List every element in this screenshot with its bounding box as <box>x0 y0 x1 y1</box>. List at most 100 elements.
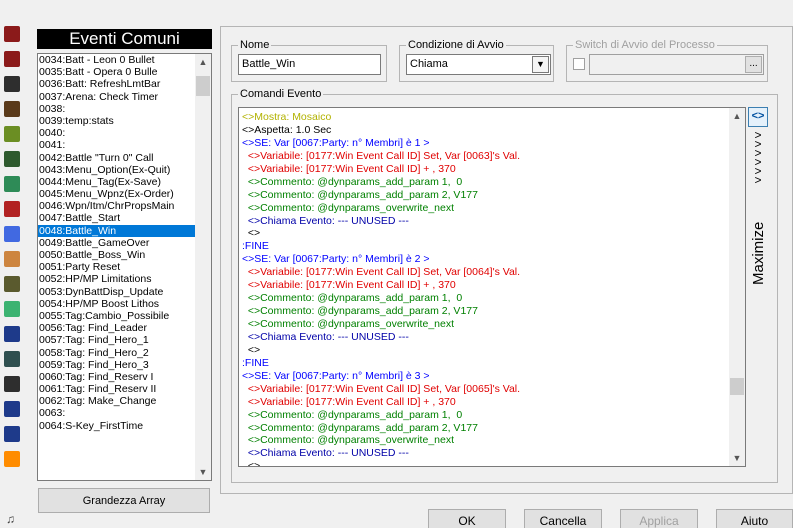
chevron-down-icon[interactable]: ▼ <box>532 56 549 73</box>
list-item[interactable]: 0044:Menu_Tag(Ex-Save) <box>38 176 196 188</box>
cancel-button[interactable]: Cancella <box>524 509 602 528</box>
command-line[interactable]: <> <box>242 227 520 240</box>
list-item[interactable]: 0034:Batt - Leon 0 Bullet <box>38 54 196 66</box>
help-button[interactable]: Aiuto <box>716 509 793 528</box>
command-line[interactable]: <>Variabile: [0177:Win Event Call ID] + … <box>242 279 520 292</box>
monster-tool-icon[interactable] <box>2 149 22 169</box>
tileset-tool-icon[interactable] <box>2 299 22 319</box>
list-item[interactable]: 0049:Battle_GameOver <box>38 237 196 249</box>
list-item[interactable]: 0042:Battle "Turn 0" Call <box>38 152 196 164</box>
list-item[interactable]: 0057:Tag: Find_Hero_1 <box>38 334 196 346</box>
scroll-up-arrow-icon[interactable]: ▲ <box>195 54 211 70</box>
command-line[interactable]: <>Commento: @dynparams_add_param 2, V177 <box>242 305 520 318</box>
list-item[interactable]: 0040: <box>38 127 196 139</box>
ok-button[interactable]: OK <box>428 509 506 528</box>
list-item[interactable]: 0039:temp:stats <box>38 115 196 127</box>
list-item[interactable]: 0046:Wpn/Itm/ChrPropsMain <box>38 200 196 212</box>
command-line[interactable]: :FINE <box>242 357 520 370</box>
name-field[interactable]: Battle_Win <box>238 54 381 75</box>
event-commands-list[interactable]: <>Mostra: Mosaico <>Aspetta: 1.0 Sec <>SE:… <box>238 107 746 467</box>
character-tool-icon[interactable] <box>2 124 22 144</box>
commands-scrollbar[interactable]: ▲ ▼ <box>729 108 745 466</box>
command-line[interactable]: <>Chiama Evento: --- UNUSED --- <box>242 215 520 228</box>
command-line[interactable]: <>Variabile: [0177:Win Event Call ID] + … <box>242 396 520 409</box>
maximize-strip[interactable]: <> > > > > > > Maximize <box>748 107 771 307</box>
command-line[interactable]: <>Variabile: [0177:Win Event Call ID] + … <box>242 163 520 176</box>
command-line[interactable]: <>Commento: @dynparams_add_param 2, V177 <box>242 189 520 202</box>
list-item[interactable]: 0036:Batt: RefreshLmtBar <box>38 78 196 90</box>
battle-tool-icon[interactable] <box>2 224 22 244</box>
scroll-down-arrow-icon[interactable]: ▼ <box>729 450 745 466</box>
list-item[interactable]: 0061:Tag: Find_Reserv II <box>38 383 196 395</box>
number-1-icon[interactable] <box>2 399 22 419</box>
cube-tool-icon[interactable] <box>2 449 22 469</box>
number-2-icon[interactable] <box>2 424 22 444</box>
list-item[interactable]: 0064:S-Key_FirstTime <box>38 420 196 432</box>
list-item[interactable]: 0043:Menu_Option(Ex-Quit) <box>38 164 196 176</box>
list-item[interactable]: 0062:Tag: Make_Change <box>38 395 196 407</box>
common-events-list[interactable]: 0034:Batt - Leon 0 Bullet 0035:Batt - Ope… <box>37 53 212 481</box>
list-item[interactable]: 0063: <box>38 407 196 419</box>
list-item[interactable]: 0041: <box>38 139 196 151</box>
command-line[interactable]: <>SE: Var [0067:Party: n° Membri] è 3 > <box>242 370 520 383</box>
test-play-tool-icon[interactable] <box>2 374 22 394</box>
command-line[interactable]: <> <box>242 344 520 357</box>
event-tool-icon[interactable] <box>2 49 22 69</box>
command-line[interactable]: :FINE <box>242 240 520 253</box>
command-line[interactable]: <>Variabile: [0177:Win Event Call ID] Se… <box>242 150 520 163</box>
scroll-thumb[interactable] <box>730 378 744 395</box>
command-line[interactable]: <>Variabile: [0177:Win Event Call ID] Se… <box>242 383 520 396</box>
list-item[interactable]: 0058:Tag: Find_Hero_2 <box>38 347 196 359</box>
items-tool-icon[interactable] <box>2 199 22 219</box>
list-item[interactable]: 0052:HP/MP Limitations <box>38 273 196 285</box>
list-item[interactable]: 0035:Batt - Opera 0 Bulle <box>38 66 196 78</box>
condition-select[interactable]: Chiama ▼ <box>406 54 551 75</box>
command-line[interactable]: <>Aspetta: 1.0 Sec <box>242 124 520 137</box>
command-line[interactable]: <>Chiama Evento: --- UNUSED --- <box>242 447 520 460</box>
array-size-button[interactable]: Grandezza Array <box>38 488 210 513</box>
command-line[interactable]: <>Commento: @dynparams_add_param 2, V177 <box>242 422 520 435</box>
apply-button[interactable]: Applica <box>620 509 698 528</box>
hero-tool-icon[interactable] <box>2 274 22 294</box>
switch-browse-button[interactable]: ... <box>745 56 762 73</box>
list-item[interactable]: 0037:Arena: Check Timer <box>38 91 196 103</box>
switch-checkbox[interactable] <box>573 58 585 70</box>
skills-tool-icon[interactable] <box>2 174 22 194</box>
scroll-up-arrow-icon[interactable]: ▲ <box>729 108 745 124</box>
command-line[interactable]: <> <box>242 460 520 466</box>
list-item[interactable]: 0055:Tag:Cambio_Possibile <box>38 310 196 322</box>
scroll-thumb[interactable] <box>196 76 210 96</box>
terrain-tool-icon[interactable] <box>2 249 22 269</box>
map-tool-icon[interactable] <box>2 24 22 44</box>
list-item[interactable]: 0060:Tag: Find_Reserv I <box>38 371 196 383</box>
list-item[interactable]: 0054:HP/MP Boost Lithos <box>38 298 196 310</box>
list-item[interactable]: 0038: <box>38 103 196 115</box>
list-item[interactable]: 0059:Tag: Find_Hero_3 <box>38 359 196 371</box>
command-line[interactable]: <>Commento: @dynparams_add_param 1, 0 <box>242 409 520 422</box>
command-line[interactable]: <>Commento: @dynparams_overwrite_next <box>242 202 520 215</box>
command-line[interactable]: <>Commento: @dynparams_add_param 1, 0 <box>242 176 520 189</box>
list-item[interactable]: 0045:Menu_Wpnz(Ex-Order) <box>38 188 196 200</box>
list-scrollbar[interactable]: ▲ ▼ <box>195 54 211 480</box>
command-line[interactable]: <>SE: Var [0067:Party: n° Membri] è 2 > <box>242 253 520 266</box>
scroll-down-arrow-icon[interactable]: ▼ <box>195 464 211 480</box>
command-line[interactable]: <>Variabile: [0177:Win Event Call ID] Se… <box>242 266 520 279</box>
command-line[interactable]: <>Mostra: Mosaico <box>242 111 520 124</box>
system-tool-icon[interactable] <box>2 324 22 344</box>
list-item[interactable]: 0047:Battle_Start <box>38 212 196 224</box>
command-line[interactable]: <>Commento: @dynparams_overwrite_next <box>242 434 520 447</box>
command-line[interactable]: <>Chiama Evento: --- UNUSED --- <box>242 331 520 344</box>
list-item[interactable]: 0050:Battle_Boss_Win <box>38 249 196 261</box>
command-line[interactable]: <>Commento: @dynparams_overwrite_next <box>242 318 520 331</box>
maximize-button[interactable]: <> <box>748 107 768 127</box>
pencil-tool-icon[interactable] <box>2 99 22 119</box>
list-item[interactable]: 0048:Battle_Win <box>38 224 196 237</box>
list-item[interactable]: 0053:DynBattDisp_Update <box>38 286 196 298</box>
edit-tool-icon[interactable] <box>2 74 22 94</box>
switch-field[interactable]: ... <box>589 54 764 75</box>
command-line[interactable]: <>SE: Var [0067:Party: n° Membri] è 1 > <box>242 137 520 150</box>
text-tool-icon[interactable] <box>2 349 22 369</box>
command-line[interactable]: <>Commento: @dynparams_add_param 1, 0 <box>242 292 520 305</box>
list-item[interactable]: 0051:Party Reset <box>38 261 196 273</box>
list-item[interactable]: 0056:Tag: Find_Leader <box>38 322 196 334</box>
